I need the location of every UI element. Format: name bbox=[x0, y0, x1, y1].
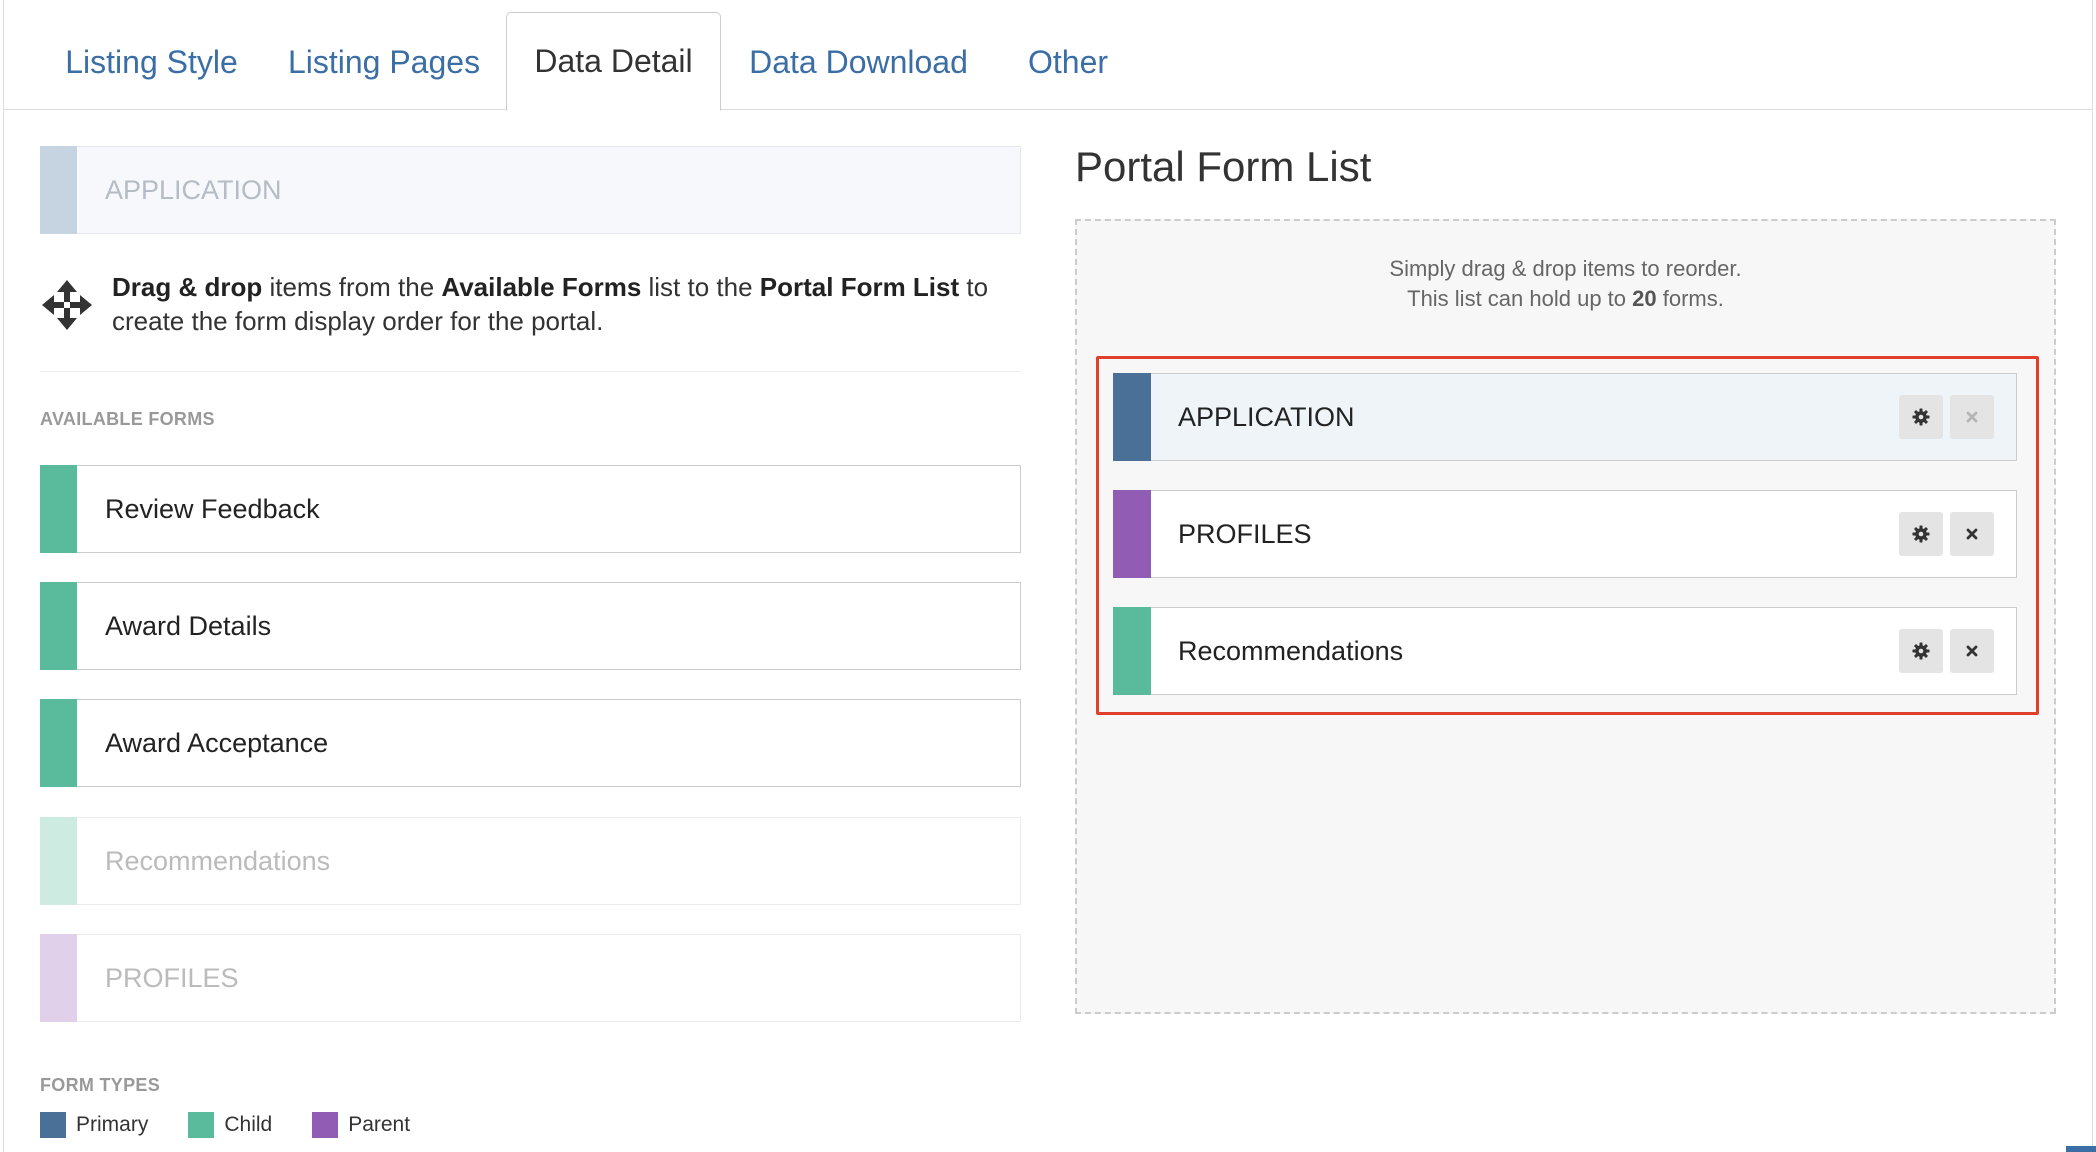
remove-button[interactable] bbox=[1950, 512, 1994, 556]
portal-form-label: PROFILES bbox=[1178, 518, 1312, 549]
tab-other[interactable]: Other bbox=[1010, 12, 1126, 112]
page-frame-right bbox=[2092, 0, 2093, 1152]
form-type-stripe bbox=[40, 465, 77, 553]
hint-text-post: forms. bbox=[1656, 286, 1724, 311]
legend-swatch bbox=[40, 1112, 66, 1138]
legend-label: Parent bbox=[348, 1113, 411, 1136]
tab-listing-style[interactable]: Listing Style bbox=[48, 12, 255, 112]
gear-icon bbox=[1912, 408, 1930, 426]
form-type-stripe bbox=[1113, 490, 1151, 578]
instructions-text-1: items from the bbox=[262, 272, 442, 302]
legend-item-parent: Parent bbox=[312, 1112, 410, 1138]
tab-data-download[interactable]: Data Download bbox=[735, 12, 982, 112]
gear-icon bbox=[1912, 525, 1930, 543]
corner-scroll-indicator bbox=[2066, 1146, 2096, 1152]
drag-drop-instructions: Drag & drop items from the Available For… bbox=[40, 268, 1021, 372]
move-arrows-icon bbox=[42, 280, 92, 330]
legend-swatch bbox=[188, 1112, 215, 1138]
instructions-text-2: list to the bbox=[641, 272, 760, 302]
form-limit-count: 20 bbox=[1632, 286, 1657, 311]
portal-form-item-profiles[interactable]: PROFILES bbox=[1113, 490, 2017, 578]
instructions-bold-available-forms: Available Forms bbox=[441, 272, 642, 302]
form-type-stripe bbox=[40, 699, 77, 787]
remove-button-disabled bbox=[1950, 395, 1994, 439]
close-icon bbox=[1966, 645, 1978, 657]
form-types-legend: Primary Child Parent bbox=[40, 1110, 450, 1140]
close-icon bbox=[1966, 528, 1978, 540]
pinned-primary-form: APPLICATION bbox=[40, 146, 1021, 234]
available-form-label: Award Acceptance bbox=[105, 727, 329, 758]
settings-button[interactable] bbox=[1899, 395, 1943, 439]
close-icon bbox=[1966, 411, 1978, 423]
tab-data-detail[interactable]: Data Detail bbox=[506, 12, 721, 111]
available-form-recommendations: Recommendations bbox=[40, 817, 1021, 905]
portal-form-item-application[interactable]: APPLICATION bbox=[1113, 373, 2017, 461]
available-form-label: Recommendations bbox=[105, 845, 331, 876]
legend-item-child: Child bbox=[188, 1112, 272, 1138]
gear-icon bbox=[1912, 642, 1930, 660]
portal-form-label: APPLICATION bbox=[1178, 401, 1355, 432]
page-frame-left bbox=[3, 0, 4, 1152]
dropzone-hint-line-2: This list can hold up to 20 forms. bbox=[1077, 286, 2054, 312]
dropzone-hint-line-1: Simply drag & drop items to reorder. bbox=[1389, 256, 1742, 281]
tab-listing-pages[interactable]: Listing Pages bbox=[276, 12, 492, 112]
legend-item-primary: Primary bbox=[40, 1112, 148, 1138]
available-form-label: PROFILES bbox=[105, 962, 239, 993]
available-form-profiles: PROFILES bbox=[40, 934, 1021, 1022]
form-type-stripe bbox=[40, 582, 77, 670]
hint-text-pre: This list can hold up to bbox=[1407, 286, 1633, 311]
available-forms-title: AVAILABLE FORMS bbox=[40, 409, 215, 429]
portal-form-label: Recommendations bbox=[1178, 635, 1404, 666]
settings-button[interactable] bbox=[1899, 629, 1943, 673]
legend-swatch bbox=[312, 1112, 339, 1138]
form-type-stripe bbox=[40, 146, 77, 234]
settings-button[interactable] bbox=[1899, 512, 1943, 556]
available-form-review-feedback[interactable]: Review Feedback bbox=[40, 465, 1021, 553]
legend-label: Primary bbox=[76, 1113, 149, 1136]
form-type-stripe bbox=[40, 934, 77, 1022]
portal-form-list-title: Portal Form List bbox=[1075, 143, 1372, 190]
instructions-bold-portal-form-list: Portal Form List bbox=[759, 272, 960, 302]
form-type-stripe bbox=[1113, 373, 1151, 461]
form-types-title: FORM TYPES bbox=[40, 1075, 161, 1095]
available-form-label: Review Feedback bbox=[105, 493, 320, 524]
available-form-label: Award Details bbox=[105, 610, 272, 641]
instructions-divider bbox=[40, 371, 1021, 372]
legend-label: Child bbox=[224, 1113, 273, 1136]
portal-form-item-recommendations[interactable]: Recommendations bbox=[1113, 607, 2017, 695]
remove-button[interactable] bbox=[1950, 629, 1994, 673]
form-type-stripe bbox=[40, 817, 77, 905]
instructions-text: Drag & drop items from the Available For… bbox=[112, 270, 1012, 338]
form-type-stripe bbox=[1113, 607, 1151, 695]
pinned-form-label: APPLICATION bbox=[105, 174, 282, 205]
instructions-bold-drag-drop: Drag & drop bbox=[112, 272, 263, 302]
available-form-award-details[interactable]: Award Details bbox=[40, 582, 1021, 670]
available-form-award-acceptance[interactable]: Award Acceptance bbox=[40, 699, 1021, 787]
